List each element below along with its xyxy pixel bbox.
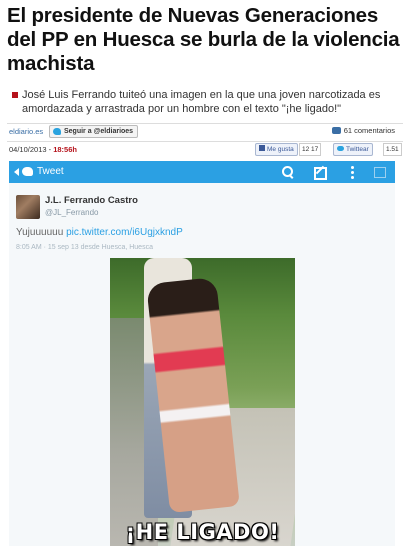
follow-label: Seguir a @eldiarioes: [64, 128, 134, 135]
site-link[interactable]: eldiario.es: [9, 127, 43, 136]
tweet-photo[interactable]: ¡HE LIGADO!: [110, 258, 295, 546]
twitter-app-bar: Tweet: [9, 161, 395, 183]
publish-time: 18:56h: [53, 145, 77, 154]
avatar[interactable]: [16, 195, 40, 219]
photo-caption: ¡HE LIGADO!: [125, 520, 280, 544]
bullet-icon: [12, 92, 18, 98]
tweet-text: Yujuuuuuu pic.twitter.com/i6UgjxkndP: [16, 227, 183, 238]
back-icon[interactable]: [14, 168, 19, 176]
square-icon[interactable]: [373, 165, 387, 179]
twitter-bird-icon: [337, 146, 344, 151]
follow-button[interactable]: Seguir a @eldiarioes: [49, 125, 139, 138]
facebook-like-label: Me gusta: [267, 146, 294, 153]
tweet-button[interactable]: Twittear: [333, 143, 373, 156]
lede-text: José Luis Ferrando tuiteó una imagen en …: [22, 89, 381, 115]
twitter-bird-icon: [22, 167, 33, 176]
tweet-bar-title: Tweet: [37, 166, 64, 177]
comments-link[interactable]: 61 comentarios: [331, 126, 395, 135]
article-lede: José Luis Ferrando tuiteó una imagen en …: [12, 88, 398, 116]
article-headline: El presidente de Nuevas Generaciones del…: [7, 4, 400, 75]
social-buttons: Me gusta 12 17 Twittear 1.51: [255, 143, 405, 157]
twitter-bird-icon: [53, 128, 61, 135]
comment-bubble-icon: [331, 127, 341, 134]
menu-icon[interactable]: [345, 165, 359, 179]
tweet-user-name[interactable]: J.L. Ferrando Castro: [45, 195, 138, 206]
comments-label: comentarios: [354, 126, 395, 135]
tweet-body: Yujuuuuuu: [16, 227, 64, 238]
divider: [7, 123, 403, 124]
embedded-tweet-screenshot: Tweet J.L. Ferrando Castro @JL_Ferrando …: [9, 161, 395, 546]
compose-icon[interactable]: [313, 165, 327, 180]
search-icon[interactable]: [281, 165, 295, 179]
facebook-count: 12 17: [299, 143, 322, 156]
tweet-link[interactable]: pic.twitter.com/i6UgjxkndP: [66, 227, 183, 238]
facebook-like-button[interactable]: Me gusta: [255, 143, 298, 156]
facebook-like-icon: [259, 145, 265, 151]
divider: [7, 141, 403, 142]
comments-count: 61: [343, 126, 353, 135]
tweet-meta: 8:05 AM · 15 sep 13 desde Huesca, Huesca: [16, 244, 153, 251]
tweet-button-label: Twittear: [346, 146, 369, 153]
tweet-count: 1.51: [383, 143, 402, 156]
share-bar: eldiario.es Seguir a @eldiarioes 61 come…: [9, 125, 403, 138]
publish-date: 04/10/2013: [9, 145, 47, 154]
dateline: 04/10/2013 - 18:56h: [9, 145, 77, 154]
tweet-user-handle: @JL_Ferrando: [45, 208, 99, 217]
